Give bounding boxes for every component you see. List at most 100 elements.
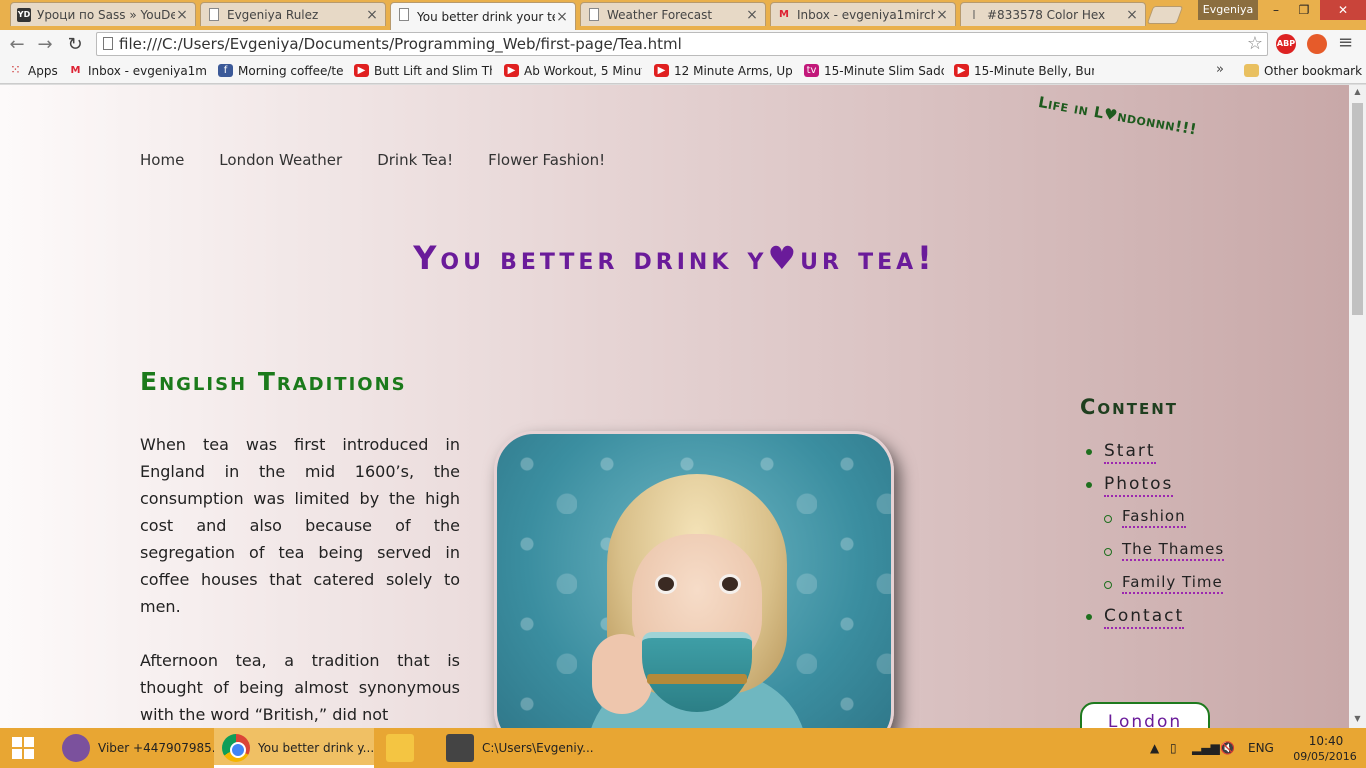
facebook-icon: f [218, 64, 233, 77]
bookmarks-bar: ⁙ Apps M Inbox - evgeniya1mirc f Morning… [0, 58, 1366, 84]
nav-london-weather[interactable]: London Weather [219, 151, 342, 169]
nav-home[interactable]: Home [140, 151, 184, 169]
bookmark-belly-buns[interactable]: ▶ 15-Minute Belly, Buns [954, 62, 1094, 80]
tab-label: #833578 Color Hex [987, 7, 1106, 22]
profile-button[interactable]: Evgeniya [1198, 0, 1258, 20]
close-icon[interactable]: × [935, 7, 949, 23]
task-chrome[interactable]: You better drink y... [214, 728, 374, 768]
bookmark-morning-coffee[interactable]: f Morning coffee/tea [218, 62, 344, 80]
tab-inbox[interactable]: M Inbox - evgeniya1mirche × [770, 2, 956, 26]
toc-link[interactable]: Contact [1104, 606, 1185, 629]
show-hidden-icons-chevron-icon[interactable]: ▲ [1150, 741, 1159, 755]
close-window-button[interactable]: ✕ [1320, 0, 1366, 20]
tab-label: You better drink your tea [417, 9, 555, 24]
task-viber[interactable]: Viber +447907985... [54, 728, 214, 768]
close-icon[interactable]: × [555, 9, 569, 25]
tab-label: Inbox - evgeniya1mirche [797, 7, 935, 22]
tab-strip: YD Уроци по Sass » YouDev × Evgeniya Rul… [0, 0, 1366, 30]
task-file-explorer[interactable] [378, 728, 434, 768]
london-weather-button[interactable]: London [1080, 702, 1210, 728]
browser-toolbar: ← → ↻ file:///C:/Users/Evgeniya/Document… [0, 30, 1366, 58]
tab-youdev[interactable]: YD Уроци по Sass » YouDev × [10, 2, 196, 26]
bookmark-label: 12 Minute Arms, Uppe [674, 64, 792, 78]
toc-item-the-thames: The Thames [1080, 540, 1300, 573]
address-text: file:///C:/Users/Evgeniya/Documents/Prog… [119, 35, 682, 53]
scroll-up-arrow-icon[interactable]: ▲ [1349, 87, 1366, 99]
clock-time[interactable]: 10:40 [1296, 734, 1356, 748]
forward-arrow-icon[interactable]: → [34, 34, 56, 56]
apps-icon: ⁙ [10, 63, 21, 78]
device-icon[interactable]: ▯ [1170, 741, 1177, 755]
bookmark-label: Inbox - evgeniya1mirc [88, 64, 206, 78]
file-explorer-icon [386, 734, 414, 762]
back-arrow-icon[interactable]: ← [6, 34, 28, 56]
more-bookmarks-chevron-icon[interactable]: » [1216, 62, 1224, 77]
language-indicator[interactable]: ENG [1248, 741, 1274, 755]
task-sublime[interactable]: C:\Users\Evgeniy... [438, 728, 598, 768]
page-icon [209, 8, 219, 21]
toc-link[interactable]: Photos [1104, 474, 1174, 497]
bookmark-inbox[interactable]: M Inbox - evgeniya1mirc [68, 62, 206, 80]
task-label: Viber +447907985... [98, 741, 214, 755]
toc-link[interactable]: Fashion [1122, 507, 1186, 528]
address-bar[interactable]: file:///C:/Users/Evgeniya/Documents/Prog… [96, 32, 1268, 56]
bookmark-star-icon[interactable]: ☆ [1247, 33, 1263, 55]
bookmark-label: Apps [28, 64, 58, 78]
girl-drinking-tea-photo [494, 431, 894, 728]
nav-flower-fashion[interactable]: Flower Fashion! [488, 151, 605, 169]
tab-label: Evgeniya Rulez [227, 7, 319, 22]
new-tab-button[interactable] [1146, 6, 1184, 24]
other-bookmarks[interactable]: Other bookmarks [1244, 62, 1362, 80]
tab-label: Уроци по Sass » YouDev [37, 7, 175, 22]
gmail-icon: M [70, 65, 81, 76]
duckduckgo-icon[interactable] [1307, 34, 1327, 54]
network-signal-icon[interactable]: ▂▄▆ [1192, 741, 1220, 755]
maximize-button[interactable]: ❐ [1290, 0, 1318, 20]
viber-icon [62, 734, 90, 762]
bookmark-label: Other bookmarks [1264, 64, 1362, 78]
bookmark-label: Butt Lift and Slim Thig [374, 64, 492, 78]
tab-weather-forecast[interactable]: Weather Forecast × [580, 2, 766, 26]
scroll-down-arrow-icon[interactable]: ▼ [1349, 714, 1366, 726]
toc-item-start: Start [1080, 441, 1300, 474]
close-icon[interactable]: × [365, 7, 379, 23]
windows-start-icon[interactable] [0, 728, 50, 768]
bookmark-label: 15-Minute Slim Saddle [824, 64, 944, 78]
adblock-icon[interactable]: ABP [1276, 34, 1296, 54]
close-icon[interactable]: × [1125, 7, 1139, 23]
bookmark-ab-workout[interactable]: ▶ Ab Workout, 5 Minute [504, 62, 642, 80]
scroll-thumb[interactable] [1352, 103, 1363, 315]
tab-color-hex[interactable]: ǀ #833578 Color Hex × [960, 2, 1146, 26]
page-scrollbar[interactable]: ▲ ▼ [1349, 85, 1366, 728]
minimize-button[interactable]: – [1262, 0, 1290, 20]
article-text: When tea was first introduced in England… [140, 431, 460, 728]
bookmark-butt-lift[interactable]: ▶ Butt Lift and Slim Thig [354, 62, 492, 80]
windows-taskbar: Viber +447907985... You better drink y..… [0, 728, 1366, 768]
web-page: Life in L♥ndonnn!!! Home London Weather … [0, 85, 1349, 728]
bookmark-12-minute-arms[interactable]: ▶ 12 Minute Arms, Uppe [654, 62, 792, 80]
tab-tea-active[interactable]: You better drink your tea × [390, 2, 576, 30]
page-icon [399, 8, 409, 21]
toc-link[interactable]: The Thames [1122, 540, 1225, 561]
dropper-icon: ǀ [972, 9, 976, 20]
folder-icon [1244, 64, 1259, 77]
reload-icon[interactable]: ↻ [64, 34, 86, 56]
sidebar-title: Content [1080, 395, 1178, 419]
close-icon[interactable]: × [175, 7, 189, 23]
page-title: You better drink y♥ur tea! [0, 239, 1349, 277]
youtube-icon: ▶ [504, 64, 519, 77]
tab-evgeniya-rulez[interactable]: Evgeniya Rulez × [200, 2, 386, 26]
bookmark-apps[interactable]: ⁙ Apps [8, 62, 60, 80]
bookmark-slim-saddle[interactable]: tv 15-Minute Slim Saddle [804, 62, 944, 80]
close-icon[interactable]: × [745, 7, 759, 23]
menu-icon[interactable]: ≡ [1338, 32, 1353, 53]
title-text: You better drink y [413, 239, 768, 277]
paragraph: Afternoon tea, a tradition that is thoug… [140, 651, 460, 724]
nav-drink-tea[interactable]: Drink Tea! [377, 151, 453, 169]
toc-link[interactable]: Family Time [1122, 573, 1223, 594]
slogan-text: ndonnn!!! [1116, 106, 1199, 139]
clock-date[interactable]: 09/05/2016 [1290, 750, 1360, 763]
volume-muted-icon[interactable]: 🔇 [1220, 741, 1235, 755]
toc-link[interactable]: Start [1104, 441, 1156, 464]
content-sidebar: Content Start Photos Fashion The Thames … [1080, 395, 1300, 639]
